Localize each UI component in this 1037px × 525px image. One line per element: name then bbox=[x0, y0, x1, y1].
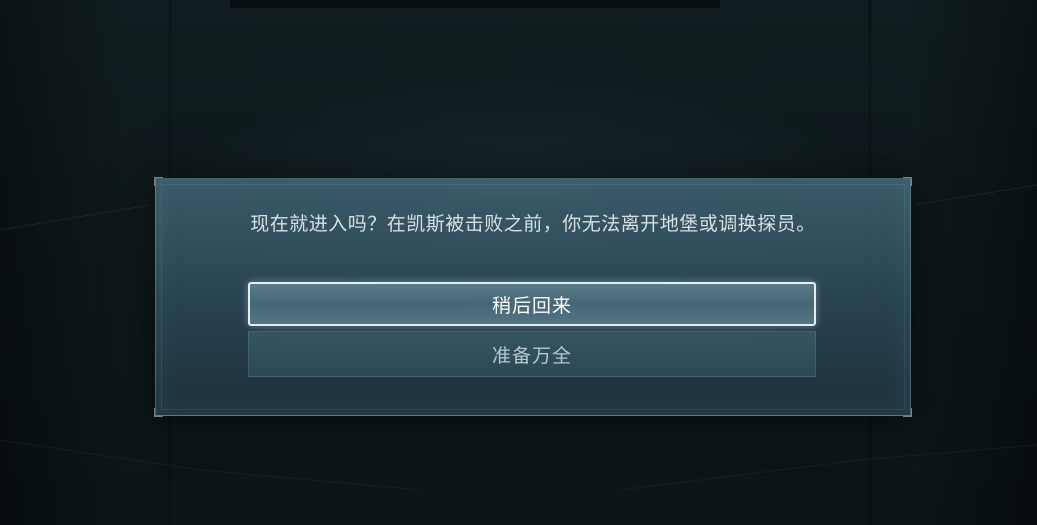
dialog-corner-top-left bbox=[154, 177, 163, 186]
confirm-dialog: 现在就进入吗？在凯斯被击败之前，你无法离开地堡或调换探员。 稍后回来 准备万全 bbox=[154, 177, 912, 417]
come-back-later-label: 稍后回来 bbox=[491, 294, 572, 317]
ready-button[interactable]: 准备万全 bbox=[248, 331, 816, 377]
come-back-later-button[interactable]: 稍后回来 bbox=[248, 282, 816, 326]
dialog-corner-bottom-left bbox=[154, 408, 163, 417]
dialog-corner-bottom-right bbox=[903, 408, 912, 417]
ready-label: 准备万全 bbox=[491, 344, 572, 367]
dialog-corner-top-right bbox=[903, 177, 912, 186]
dialog-message: 现在就进入吗？在凯斯被击败之前，你无法离开地堡或调换探员。 bbox=[250, 213, 816, 235]
